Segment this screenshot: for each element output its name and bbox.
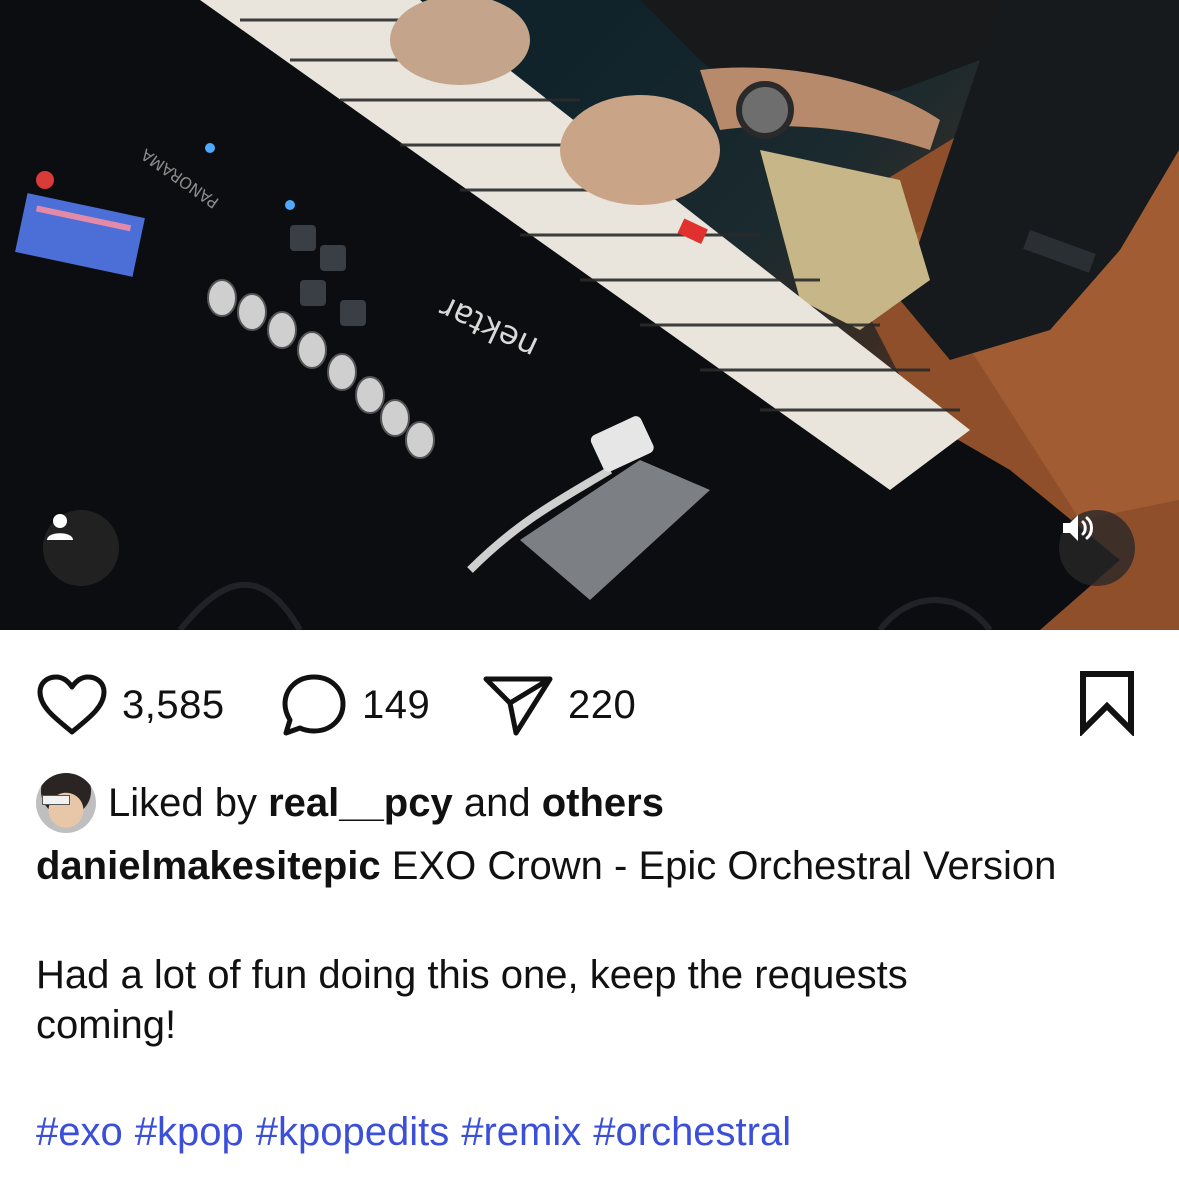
post-action-bar: 3,585 149 220: [0, 660, 1179, 750]
liked-by-others-link[interactable]: others: [542, 781, 664, 826]
bookmark-outline-icon: [1080, 671, 1134, 738]
comments-count[interactable]: 149: [362, 683, 430, 728]
liked-by-connector: and: [463, 780, 531, 825]
hashtag-link[interactable]: #remix: [461, 1110, 581, 1154]
shares-count[interactable]: 220: [568, 683, 636, 728]
liked-by-prefix: Liked by: [108, 780, 257, 825]
hashtag-link[interactable]: #exo: [36, 1110, 123, 1154]
share-action: 220: [482, 660, 636, 750]
heart-outline-icon[interactable]: [36, 674, 108, 736]
save-button[interactable]: [1077, 670, 1137, 741]
sound-toggle-button[interactable]: [1059, 510, 1135, 586]
hashtag-list: #exo #kpop #kpopedits #remix #orchestral: [36, 1106, 803, 1158]
tagged-users-button[interactable]: [43, 510, 119, 586]
author-username-link[interactable]: danielmakesitepic: [36, 844, 381, 888]
caption-title-line: danielmakesitepic EXO Crown - Epic Orche…: [36, 840, 1146, 892]
paper-plane-icon[interactable]: [482, 673, 554, 737]
caption-title: EXO Crown - Epic Orchestral Version: [391, 844, 1057, 888]
liked-by-row[interactable]: Liked by real__pcy and others: [36, 770, 664, 836]
comment-action: 149: [280, 660, 430, 750]
post-video[interactable]: nektar PANORAMA: [0, 0, 1179, 630]
avatar[interactable]: [36, 773, 96, 833]
video-frame-illustration: nektar PANORAMA: [0, 0, 1179, 630]
like-action: 3,585: [36, 660, 225, 750]
liked-by-user-link[interactable]: real__pcy: [268, 781, 453, 826]
comment-bubble-icon[interactable]: [280, 673, 348, 737]
hashtag-link[interactable]: #kpop: [135, 1110, 244, 1154]
hashtag-link[interactable]: #orchestral: [593, 1110, 791, 1154]
user-icon: [47, 514, 73, 540]
speaker-on-icon: [1063, 515, 1093, 541]
hashtag-link[interactable]: #kpopedits: [256, 1110, 449, 1154]
likes-count[interactable]: 3,585: [122, 683, 225, 728]
caption-body: Had a lot of fun doing this one, keep th…: [36, 953, 908, 1047]
